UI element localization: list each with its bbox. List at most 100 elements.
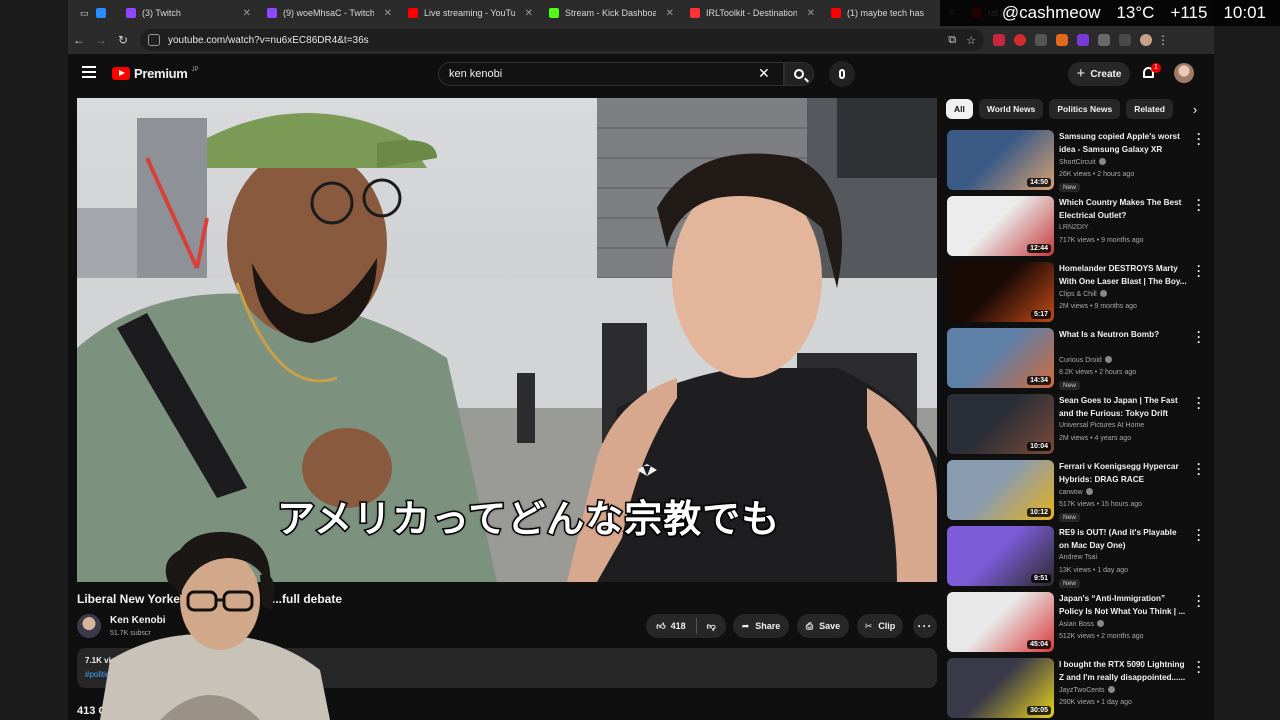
browser-menu-icon[interactable]: ⋮ xyxy=(1152,33,1174,47)
channel-name-text: Andrew Tsai xyxy=(1059,554,1098,561)
extension-icon[interactable] xyxy=(1056,34,1068,46)
recommendation-item[interactable]: 12:44 Which Country Makes The Best Elect… xyxy=(947,194,1209,262)
recommendation-title[interactable]: Ferrari v Koenigsegg Hypercar Hybrids: D… xyxy=(1059,461,1187,486)
new-badge: New xyxy=(1059,513,1081,522)
recommendation-channel[interactable]: Andrew Tsai xyxy=(1059,554,1097,561)
more-vert-icon[interactable]: · · · xyxy=(1197,656,1201,678)
save-button[interactable]: ⎙ Save xyxy=(797,614,849,638)
tab-strip-controls[interactable]: ▭ xyxy=(68,0,118,26)
recommendation-channel[interactable]: ShortCircuit xyxy=(1059,158,1106,166)
chip-world-news[interactable]: World News xyxy=(978,99,1044,119)
video-duration: 12:44 xyxy=(1027,244,1051,253)
extension-icon[interactable] xyxy=(1035,34,1047,46)
search-button[interactable] xyxy=(784,62,814,86)
video-thumbnail[interactable]: 30:05 xyxy=(947,658,1054,718)
bookmark-star-icon[interactable]: ☆ xyxy=(966,34,976,47)
tab-favicon-icon xyxy=(549,8,559,18)
browser-tab[interactable]: (9) woeMhsaC - Twitch ✕ xyxy=(259,0,400,26)
recommendation-title[interactable]: Sean Goes to Japan | The Fast and the Fu… xyxy=(1059,395,1187,420)
more-vert-icon[interactable]: · · · xyxy=(1197,524,1201,546)
reload-icon[interactable]: ↻ xyxy=(112,33,134,47)
reading-list-icon[interactable] xyxy=(1119,34,1131,46)
address-bar[interactable]: youtube.com/watch?v=nu6xEC86DR4&t=36s ⧉ … xyxy=(140,29,984,51)
dislike-button[interactable]: 👎︎ xyxy=(707,621,716,632)
video-thumbnail[interactable]: 12:44 xyxy=(947,196,1054,256)
recommendation-channel[interactable]: Clips & Chill xyxy=(1059,290,1107,298)
recommendation-title[interactable]: What Is a Neutron Bomb? xyxy=(1059,329,1187,342)
create-button[interactable]: + Create xyxy=(1068,62,1130,86)
recommendation-item[interactable]: 5:17 Homelander DESTROYS Marty With One … xyxy=(947,260,1209,328)
chip-politics-news[interactable]: Politics News xyxy=(1049,99,1121,119)
forward-icon[interactable]: → xyxy=(90,33,112,47)
close-tab-icon[interactable]: ✕ xyxy=(666,8,674,19)
video-thumbnail[interactable]: 45:04 xyxy=(947,592,1054,652)
close-tab-icon[interactable]: ✕ xyxy=(243,8,251,19)
more-vert-icon[interactable]: · · · xyxy=(1197,194,1201,216)
recommendation-channel[interactable]: JayzTwoCents xyxy=(1059,686,1115,694)
more-vert-icon[interactable]: · · · xyxy=(1197,458,1201,480)
video-thumbnail[interactable]: 5:17 xyxy=(947,262,1054,322)
recommendation-item[interactable]: 45:04 Japan's “Anti-Immigration” Policy … xyxy=(947,590,1209,658)
video-player[interactable]: アメリカってどんな宗教でも xyxy=(77,98,937,582)
close-tab-icon[interactable]: ✕ xyxy=(384,8,392,19)
channel-avatar[interactable] xyxy=(77,614,101,638)
chip-related[interactable]: Related xyxy=(1126,99,1173,119)
recommendation-title[interactable]: RE9 is OUT! (And it's Playable on Mac Da… xyxy=(1059,527,1187,552)
recommendation-item[interactable]: 10:12 Ferrari v Koenigsegg Hypercar Hybr… xyxy=(947,458,1209,526)
voice-search-button[interactable] xyxy=(829,61,855,87)
browser-tab[interactable]: Stream - Kick Dashboard ✕ xyxy=(541,0,682,26)
site-info-icon[interactable] xyxy=(148,34,160,46)
more-vert-icon[interactable]: · · · xyxy=(1197,590,1201,612)
recommendation-title[interactable]: Samsung copied Apple's worst idea - Sams… xyxy=(1059,131,1187,156)
recommendation-title[interactable]: Japan's “Anti-Immigration” Policy Is Not… xyxy=(1059,593,1187,618)
extension-icon[interactable] xyxy=(1014,34,1026,46)
like-button[interactable]: 👍︎ 418 xyxy=(656,621,685,632)
close-tab-icon[interactable]: ✕ xyxy=(807,8,815,19)
recommendation-item[interactable]: 9:51 RE9 is OUT! (And it's Playable on M… xyxy=(947,524,1209,592)
menu-icon[interactable] xyxy=(82,66,96,78)
recommendation-title[interactable]: Which Country Makes The Best Electrical … xyxy=(1059,197,1187,222)
recommendation-item[interactable]: 30:05 I bought the RTX 5090 Lightning Z … xyxy=(947,656,1209,720)
back-icon[interactable]: ← xyxy=(68,33,90,47)
recommendation-title[interactable]: I bought the RTX 5090 Lightning Z and I'… xyxy=(1059,659,1187,684)
video-thumbnail[interactable]: 9:51 xyxy=(947,526,1054,586)
chip-all[interactable]: All xyxy=(946,99,973,119)
recommendation-channel[interactable]: Universal Pictures At Home xyxy=(1059,422,1144,429)
browser-tab[interactable]: IRLToolkit - Destinations ✕ xyxy=(682,0,823,26)
recommendation-channel[interactable]: Curious Droid xyxy=(1059,356,1112,364)
video-thumbnail[interactable]: 10:04 xyxy=(947,394,1054,454)
clear-search-icon[interactable]: ✕ xyxy=(758,65,770,82)
clip-button[interactable]: ✂ Clip xyxy=(857,614,903,638)
video-thumbnail[interactable]: 14:34 xyxy=(947,328,1054,388)
extensions-puzzle-icon[interactable] xyxy=(1098,34,1110,46)
extension-icon[interactable] xyxy=(1077,34,1089,46)
close-tab-icon[interactable]: ✕ xyxy=(525,8,533,19)
youtube-premium-logo[interactable]: Premium JP xyxy=(112,66,199,81)
video-thumbnail[interactable]: 14:50 xyxy=(947,130,1054,190)
recommendation-channel[interactable]: Asian Boss xyxy=(1059,620,1105,628)
recommendation-item[interactable]: 14:50 Samsung copied Apple's worst idea … xyxy=(947,128,1209,196)
recommendation-item[interactable]: 10:04 Sean Goes to Japan | The Fast and … xyxy=(947,392,1209,460)
browser-tab[interactable]: Live streaming - YouTu ✕ xyxy=(400,0,541,26)
more-actions-button[interactable]: ··· xyxy=(913,614,937,638)
sidebar-toggle-icon[interactable]: ▭ xyxy=(80,8,89,19)
search-input[interactable]: ken kenobi xyxy=(438,62,784,86)
chevron-right-icon[interactable]: › xyxy=(1193,102,1197,117)
profile-avatar-icon[interactable] xyxy=(1140,34,1152,46)
cast-icon[interactable]: ⧉ xyxy=(948,34,956,47)
recommendation-title[interactable]: Homelander DESTROYS Marty With One Laser… xyxy=(1059,263,1187,288)
notifications-button[interactable]: 1 xyxy=(1141,63,1161,82)
share-button[interactable]: ➦ Share xyxy=(733,614,789,638)
more-vert-icon[interactable]: · · · xyxy=(1197,326,1201,348)
more-vert-icon[interactable]: · · · xyxy=(1197,392,1201,414)
recommendation-channel[interactable]: carwow xyxy=(1059,488,1093,496)
video-thumbnail[interactable]: 10:12 xyxy=(947,460,1054,520)
more-vert-icon[interactable]: · · · xyxy=(1197,260,1201,282)
recommendation-item[interactable]: 14:34 What Is a Neutron Bomb? Curious Dr… xyxy=(947,326,1209,394)
more-vert-icon[interactable]: · · · xyxy=(1197,128,1201,150)
pinned-tab-icon[interactable] xyxy=(96,8,107,18)
account-avatar[interactable] xyxy=(1174,63,1194,83)
extension-icon[interactable] xyxy=(993,34,1005,46)
browser-tab[interactable]: (3) Twitch ✕ xyxy=(118,0,259,26)
recommendation-channel[interactable]: LRN2DIY xyxy=(1059,224,1089,231)
